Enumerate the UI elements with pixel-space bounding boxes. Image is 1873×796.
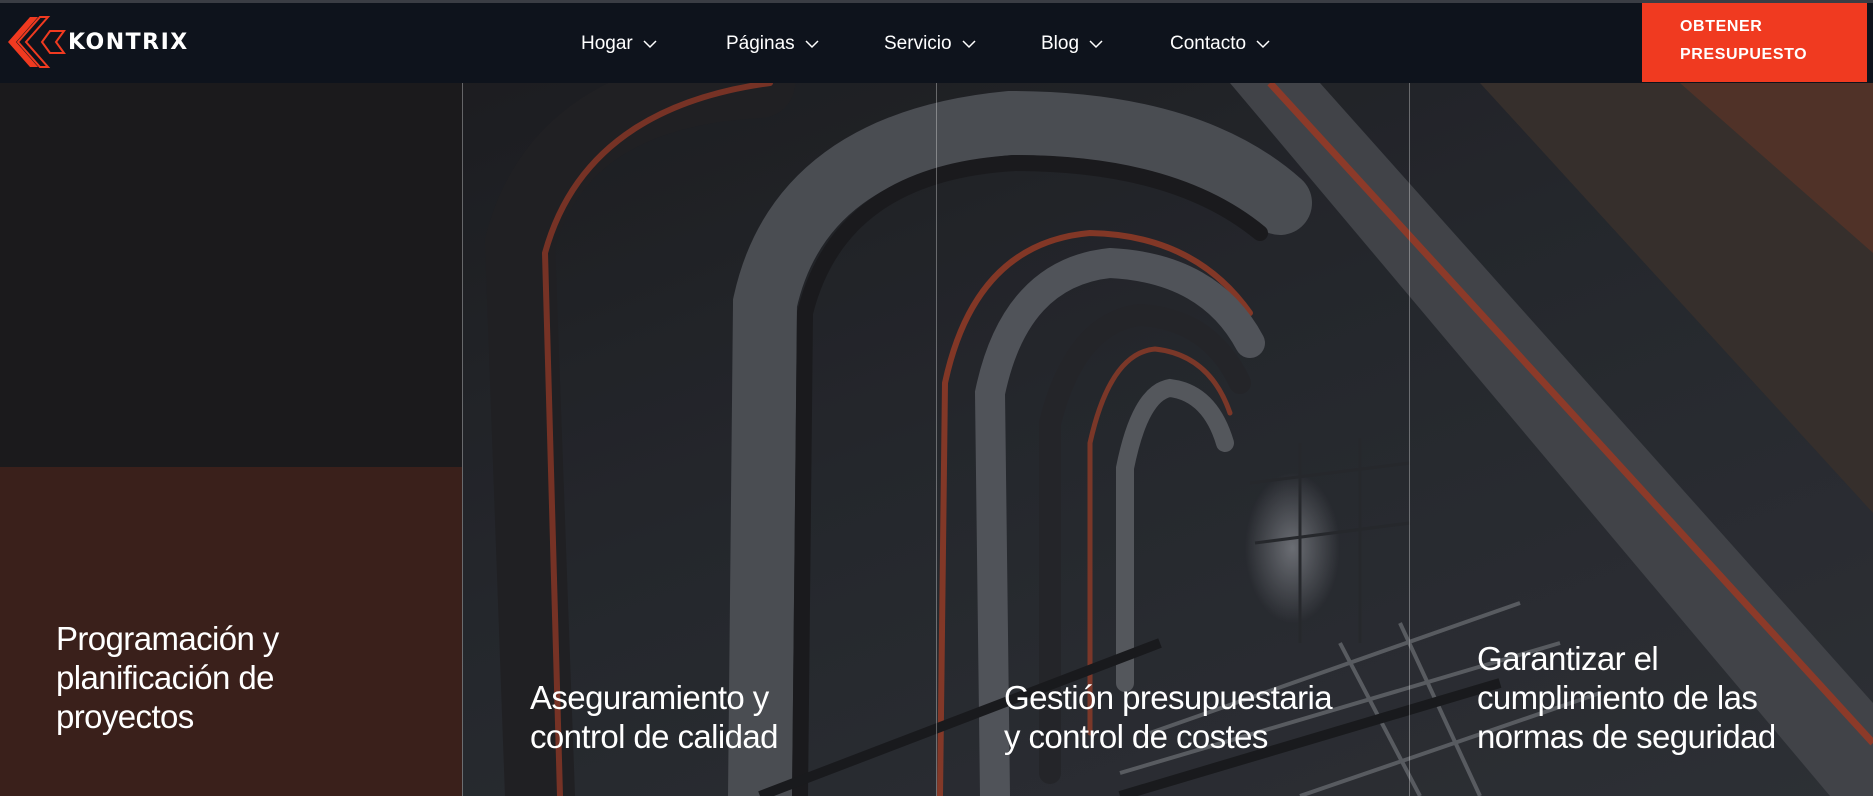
chevron-down-icon — [1256, 39, 1270, 49]
column-divider — [1409, 83, 1410, 796]
nav-label: Contacto — [1170, 33, 1247, 54]
nav-label: Servicio — [884, 33, 952, 54]
site-header: KONTRIX Hogar Páginas Servicio Blog Cont… — [0, 3, 1873, 83]
column-divider — [462, 83, 463, 796]
nav-label: Páginas — [726, 33, 795, 54]
chevron-down-icon — [643, 39, 657, 49]
nav-item-blog[interactable]: Blog — [1041, 30, 1103, 58]
chevron-down-icon — [805, 39, 819, 49]
nav-item-contacto[interactable]: Contacto — [1170, 30, 1270, 58]
main-nav: Hogar Páginas Servicio Blog Contacto — [0, 3, 1873, 83]
title-line: normas de seguridad — [1477, 718, 1776, 755]
chevron-down-icon — [1089, 39, 1103, 49]
title-line: control de calidad — [530, 718, 778, 755]
title-line: y control de costes — [1004, 718, 1268, 755]
title-line: proyectos — [56, 698, 194, 735]
left-column-dark-panel — [0, 83, 462, 467]
title-line: planificación de — [56, 659, 274, 696]
title-line: Aseguramiento y — [530, 679, 769, 716]
nav-label: Hogar — [581, 33, 633, 54]
column-divider — [936, 83, 937, 796]
service-card-1-title[interactable]: Programación y planificación de proyecto… — [56, 619, 279, 736]
nav-item-hogar[interactable]: Hogar — [581, 30, 657, 58]
chevron-down-icon — [962, 39, 976, 49]
nav-label: Blog — [1041, 33, 1080, 54]
title-line: Gestión presupuestaria — [1004, 679, 1333, 716]
service-card-3-title[interactable]: Gestión presupuestaria y control de cost… — [1004, 678, 1333, 756]
title-line: Programación y — [56, 620, 279, 657]
nav-item-servicio[interactable]: Servicio — [884, 30, 976, 58]
service-card-4-title[interactable]: Garantizar el cumplimiento de las normas… — [1477, 639, 1776, 756]
title-line: cumplimiento de las — [1477, 679, 1758, 716]
cta-label-line2: PRESUPUESTO — [1680, 46, 1808, 63]
service-card-2-title[interactable]: Aseguramiento y control de calidad — [530, 678, 778, 756]
get-quote-button[interactable]: OBTENER PRESUPUESTO — [1642, 3, 1867, 82]
services-hero: Programación y planificación de proyecto… — [0, 83, 1873, 796]
title-line: Garantizar el — [1477, 640, 1659, 677]
nav-item-paginas[interactable]: Páginas — [726, 30, 819, 58]
cta-label-line1: OBTENER — [1680, 18, 1763, 35]
